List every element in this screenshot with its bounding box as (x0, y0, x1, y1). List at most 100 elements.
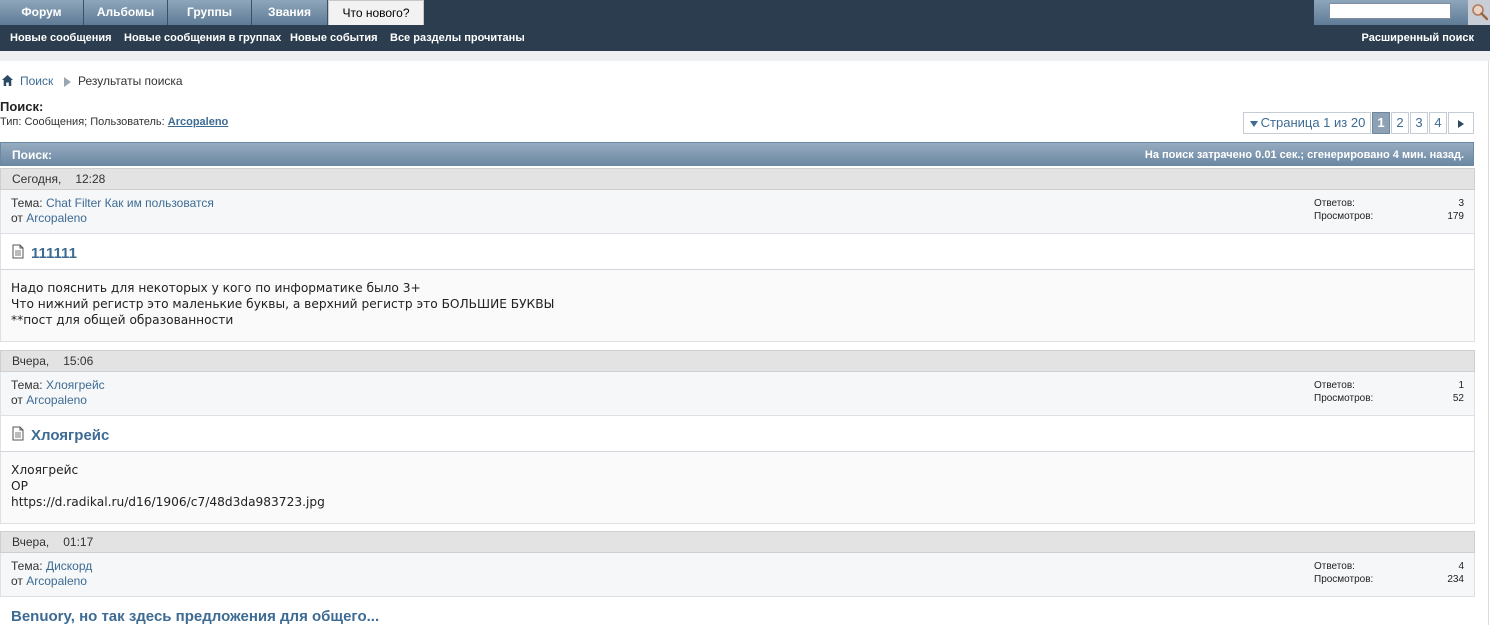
result-stats: Ответов: 3 Просмотров: 179 (1314, 197, 1464, 223)
views-label: Просмотров: (1314, 211, 1374, 222)
search-meta-prefix: Тип: Сообщения; Пользователь: (0, 116, 165, 128)
sub-navbar: Новые сообщения Новые сообщения в группа… (0, 25, 1490, 51)
quick-search-button[interactable] (1468, 0, 1490, 25)
result-thread-info: Тема: Chat Filter Как им пользоватся от … (0, 190, 1475, 234)
author-label: от (11, 574, 23, 588)
post-line: Что нижний регистр это маленькие буквы, … (11, 297, 555, 311)
breadcrumb-search-link[interactable]: Поиск (20, 74, 53, 88)
result-post-title-link[interactable]: Хлоягрейс (31, 427, 109, 444)
result-title-row: Хлоягрейс (0, 416, 1475, 452)
tab-albums[interactable]: Альбомы (84, 0, 168, 25)
result-author-link[interactable]: Arcopaleno (26, 393, 87, 407)
result-thread-info: Тема: Дискорд от Arcopaleno Ответов: 4 Пр… (0, 553, 1475, 597)
arrow-right-icon (1458, 119, 1464, 128)
tab-ranks[interactable]: Звания (252, 0, 328, 25)
search-result: Вчера, 15:06 Тема: Хлоягрейс от Arcopalen… (0, 350, 1475, 524)
result-post-body: Надо пояснить для некоторых у кого по ин… (0, 270, 1475, 342)
quick-search (1314, 0, 1490, 25)
link-new-group-posts[interactable]: Новые сообщения в группах (124, 25, 281, 51)
result-author-link[interactable]: Arcopaleno (26, 211, 87, 225)
author-label: от (11, 393, 23, 407)
result-date-time: 15:06 (63, 354, 94, 368)
result-author: от Arcopaleno (11, 211, 87, 225)
tab-groups[interactable]: Группы (168, 0, 252, 25)
results-header-stats: На поиск затрачено 0.01 сек.; сгенериров… (1144, 149, 1464, 161)
breadcrumb-separator-icon (63, 76, 73, 91)
link-new-events[interactable]: Новые события (290, 25, 378, 51)
result-post-title-link[interactable]: 111111 (31, 245, 77, 262)
result-post-body: Хлоягрейс ОР https://d.radikal.ru/d16/1906… (0, 452, 1475, 524)
topic-label: Тема: (11, 196, 43, 210)
search-meta: Тип: Сообщения; Пользователь: Arcopaleno (0, 116, 228, 128)
pagination: Страница 1 из 20 1 2 3 4 (1242, 112, 1474, 134)
views-count: 179 (1447, 211, 1464, 222)
topic-label: Тема: (11, 559, 43, 573)
post-line: ОР (11, 479, 28, 493)
content-border (1488, 61, 1489, 625)
link-advanced-search[interactable]: Расширенный поиск (1362, 25, 1474, 51)
views-count: 52 (1452, 393, 1464, 404)
search-meta-user-link[interactable]: Arcopaleno (168, 116, 229, 128)
views-count: 234 (1447, 574, 1464, 585)
tab-forum[interactable]: Форум (0, 0, 84, 25)
page-1[interactable]: 1 (1372, 112, 1390, 134)
result-stats: Ответов: 1 Просмотров: 52 (1314, 379, 1464, 405)
result-date: Вчера, 15:06 (0, 350, 1475, 372)
result-thread-link[interactable]: Дискорд (46, 559, 92, 573)
navbar-spacer (0, 51, 1490, 61)
magnifier-icon (1472, 4, 1489, 21)
result-date-day: Вчера, (12, 535, 50, 549)
result-author: от Arcopaleno (11, 574, 87, 588)
result-post-title-link[interactable]: Benuory, но так здесь предложения для об… (11, 608, 379, 625)
result-title-row: 111111 (0, 234, 1475, 270)
quick-search-input[interactable] (1329, 3, 1451, 19)
result-topic: Тема: Хлоягрейс (11, 378, 105, 392)
result-date-time: 12:28 (75, 172, 106, 186)
results-header-title: Поиск: (12, 148, 53, 162)
page-2[interactable]: 2 (1391, 112, 1409, 134)
caret-down-icon (1249, 120, 1258, 127)
page-title: Поиск: (0, 99, 44, 114)
document-icon (12, 426, 24, 444)
result-thread-link[interactable]: Хлоягрейс (46, 378, 105, 392)
tab-whats-new[interactable]: Что нового? (328, 0, 424, 25)
result-topic: Тема: Chat Filter Как им пользоватся (11, 196, 214, 210)
result-author-link[interactable]: Arcopaleno (26, 574, 87, 588)
replies-label: Ответов: (1314, 561, 1355, 572)
replies-label: Ответов: (1314, 380, 1355, 391)
result-date-day: Сегодня, (12, 172, 62, 186)
result-date: Сегодня, 12:28 (0, 168, 1475, 190)
result-date: Вчера, 01:17 (0, 531, 1475, 553)
post-line: **пост для общей образованности (11, 313, 234, 327)
views-label: Просмотров: (1314, 574, 1374, 585)
link-new-posts[interactable]: Новые сообщения (10, 25, 112, 51)
replies-count: 4 (1458, 561, 1464, 572)
document-icon (12, 244, 24, 262)
home-icon[interactable] (1, 74, 14, 90)
result-date-time: 01:17 (63, 535, 94, 549)
result-thread-info: Тема: Хлоягрейс от Arcopaleno Ответов: 1 … (0, 372, 1475, 416)
top-navbar: Форум Альбомы Группы Звания Что нового? (0, 0, 1490, 25)
result-thread-link[interactable]: Chat Filter Как им пользоватся (46, 196, 214, 210)
replies-label: Ответов: (1314, 198, 1355, 209)
replies-count: 1 (1458, 380, 1464, 391)
views-label: Просмотров: (1314, 393, 1374, 404)
main-tabs: Форум Альбомы Группы Звания Что нового? (0, 0, 424, 25)
pagination-dropdown[interactable]: Страница 1 из 20 (1243, 112, 1371, 134)
next-page-button[interactable] (1448, 112, 1474, 134)
replies-count: 3 (1458, 198, 1464, 209)
page-3[interactable]: 3 (1410, 112, 1428, 134)
author-label: от (11, 211, 23, 225)
breadcrumb-current: Результаты поиска (78, 74, 183, 88)
result-date-day: Вчера, (12, 354, 50, 368)
link-mark-all-read[interactable]: Все разделы прочитаны (390, 25, 525, 51)
post-line: https://d.radikal.ru/d16/1906/c7/48d3da9… (11, 495, 325, 509)
search-result: Сегодня, 12:28 Тема: Chat Filter Как им п… (0, 168, 1475, 342)
post-line: Хлоягрейс (11, 463, 79, 477)
result-topic: Тема: Дискорд (11, 559, 92, 573)
pagination-label: Страница 1 из 20 (1260, 115, 1366, 130)
page-4[interactable]: 4 (1429, 112, 1447, 134)
post-line: Надо пояснить для некоторых у кого по ин… (11, 281, 421, 295)
topic-label: Тема: (11, 378, 43, 392)
results-header: Поиск: На поиск затрачено 0.01 сек.; сге… (0, 142, 1474, 166)
